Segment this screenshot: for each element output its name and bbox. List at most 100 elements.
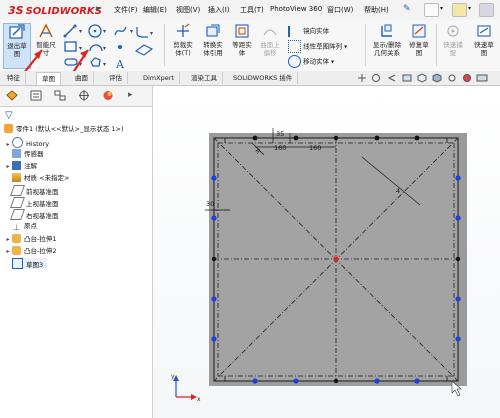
tree-item-material[interactable]: 材质 <未指定> — [12, 173, 69, 184]
spline-icon[interactable] — [114, 26, 127, 36]
linear-pattern-button[interactable]: 线性草图阵列 ▾ — [288, 40, 347, 53]
tree-item-sketch-3[interactable]: 草图3 — [12, 258, 48, 269]
tree-item-annotations[interactable]: ▸ 注解 — [4, 161, 37, 172]
display-manager-tab-icon[interactable] — [101, 89, 115, 102]
plane-icon[interactable] — [134, 44, 154, 56]
new-document-icon[interactable] — [424, 3, 439, 17]
feature-manager-panel: ▸ ▽ 零件1 (默认<<默认>_显示状态 1>) ▸ History 传感器 ▸… — [0, 86, 153, 418]
convert-entities-button[interactable]: 转换实 体引用 — [198, 23, 228, 67]
tree-item-history[interactable]: ▸ History — [4, 137, 49, 148]
fillet-icon[interactable] — [136, 27, 148, 38]
open-folder-icon[interactable] — [452, 3, 467, 17]
move-dropdown-icon[interactable]: ▾ — [331, 59, 334, 66]
solidworks-logo[interactable]: 3S SOLIDWORKS — [8, 4, 102, 17]
coordinate-triad: y x — [171, 373, 201, 403]
menu-view[interactable]: 视图(V) — [176, 5, 200, 15]
pattern-dropdown-icon[interactable]: ▾ — [344, 44, 347, 51]
pin-icon[interactable]: ✎ — [403, 4, 411, 14]
fillet-dropdown-icon[interactable]: ▾ — [150, 30, 153, 37]
svg-text:x: x — [197, 396, 201, 403]
offset-entities-button[interactable]: 等距实 体 — [228, 23, 256, 67]
dimension-160-left[interactable]: 160 — [274, 144, 286, 152]
sketch-canvas[interactable]: 35 160 160 4 30 R y x — [153, 86, 500, 418]
tree-item-sensors[interactable]: 传感器 — [12, 149, 44, 160]
menu-tools[interactable]: 工具(T) — [240, 5, 264, 15]
tab-evaluate[interactable]: 评估 — [104, 72, 128, 84]
expand-arrow-icon[interactable]: ▸ — [4, 234, 12, 245]
expand-arrow-icon[interactable]: ▸ — [4, 161, 12, 172]
tab-solidworks-addins[interactable]: SOLIDWORKS 插件 — [228, 72, 299, 84]
toolbar-separator — [164, 24, 165, 66]
tab-dimxpert[interactable]: DimXpert — [138, 72, 180, 84]
dimension-160-right[interactable]: 160 — [309, 144, 321, 152]
plane-icon — [9, 209, 26, 220]
dimension-35[interactable]: 35 — [276, 130, 284, 138]
move-icon — [288, 55, 301, 68]
display-style-icon[interactable] — [431, 73, 443, 83]
tree-item-right-plane[interactable]: 右视基准面 — [9, 209, 59, 220]
sketch-icon — [12, 258, 23, 269]
property-manager-tab-icon[interactable] — [29, 89, 43, 102]
new-dropdown-icon[interactable]: ▾ — [440, 5, 443, 12]
trim-entities-button[interactable]: 剪裁实 体(T) — [168, 23, 198, 67]
surface-offset-icon — [263, 29, 277, 36]
move-entities-button[interactable]: 移动实体 ▾ — [288, 55, 334, 68]
rapid-sketch-button[interactable]: 快速草 图 — [469, 23, 499, 67]
save-icon[interactable] — [479, 3, 494, 17]
quick-snaps-button[interactable]: 快速捕 捉 — [439, 23, 467, 67]
origin-icon: ⊥ — [13, 223, 20, 232]
feature-manager-tab-icon[interactable] — [5, 89, 19, 102]
zoom-fit-icon[interactable] — [356, 73, 368, 83]
convert-icon — [206, 24, 220, 37]
linear-pattern-icon — [288, 40, 301, 53]
show-delete-relations-button[interactable]: 显示/删除 几何关系 — [370, 23, 404, 67]
configuration-manager-tab-icon[interactable] — [53, 89, 67, 102]
repair-icon — [412, 24, 426, 38]
tab-render-tools[interactable]: 渲染工具 — [186, 72, 223, 84]
tab-sketch[interactable]: 草图 — [36, 72, 61, 85]
appearance-icon[interactable] — [461, 73, 473, 83]
toolbar-separator — [436, 24, 437, 66]
menu-bar: 3S SOLIDWORKS ▸ 文件(F) 编辑(E) 视图(V) 插入(I) 工… — [0, 0, 500, 21]
dimxpert-manager-tab-icon[interactable] — [77, 89, 91, 102]
tab-surfaces[interactable]: 曲面 — [70, 72, 94, 84]
menu-expand-icon[interactable]: ▸ — [96, 4, 101, 14]
tree-item-boss-extrude-2[interactable]: ▸ 凸台-拉伸2 — [4, 246, 56, 257]
plane-icon — [9, 197, 26, 208]
expand-arrow-icon[interactable]: ▸ — [4, 246, 12, 257]
menu-insert[interactable]: 插入(I) — [208, 5, 230, 15]
open-dropdown-icon[interactable]: ▾ — [468, 5, 471, 12]
panel-expand-icon[interactable]: ▸ — [128, 90, 133, 100]
tree-item-origin[interactable]: ⊥ 原点 — [12, 221, 37, 232]
zoom-area-icon[interactable] — [371, 73, 383, 83]
offset-on-surface-button[interactable]: 曲面上 偏移 — [256, 23, 284, 67]
expand-arrow-icon[interactable]: ▸ — [4, 139, 12, 150]
mirror-entities-button[interactable]: 镜向实体 — [288, 25, 329, 37]
menu-file[interactable]: 文件(F) — [114, 5, 138, 15]
menu-window[interactable]: 窗口(W) — [327, 5, 353, 15]
spline-dropdown-icon[interactable]: ▾ — [130, 28, 133, 35]
scene-icon[interactable] — [476, 73, 488, 83]
origin-point[interactable] — [333, 256, 339, 262]
point-icon[interactable] — [118, 45, 122, 49]
graphics-area[interactable]: 35 160 160 4 30 R y x — [153, 86, 500, 418]
text-icon[interactable]: A — [115, 58, 125, 69]
tab-features[interactable]: 特征 — [2, 72, 26, 84]
dimension-4[interactable]: 4 — [396, 187, 400, 195]
repair-sketch-button[interactable]: 修复草 图 — [405, 23, 433, 67]
menu-photoview[interactable]: PhotoView 360 — [270, 5, 322, 13]
dimension-30[interactable]: 30 — [206, 200, 214, 208]
previous-view-icon[interactable] — [386, 73, 398, 83]
view-orientation-icon[interactable] — [416, 73, 428, 83]
hide-show-items-icon[interactable] — [446, 73, 458, 83]
menu-help[interactable]: 帮助(H) — [364, 5, 389, 15]
sensors-icon — [12, 149, 21, 158]
history-icon — [12, 137, 23, 148]
tree-root-part[interactable]: 零件1 (默认<<默认>_显示状态 1>) — [4, 124, 124, 135]
section-view-icon[interactable] — [401, 73, 413, 83]
tree-item-top-plane[interactable]: 上视基准面 — [9, 197, 59, 208]
tree-item-boss-extrude-1[interactable]: ▸ 凸台-拉伸1 — [4, 234, 56, 245]
tree-item-front-plane[interactable]: 前视基准面 — [9, 185, 59, 196]
menu-edit[interactable]: 编辑(E) — [143, 5, 167, 15]
filter-icon[interactable]: ▽ — [5, 110, 13, 121]
